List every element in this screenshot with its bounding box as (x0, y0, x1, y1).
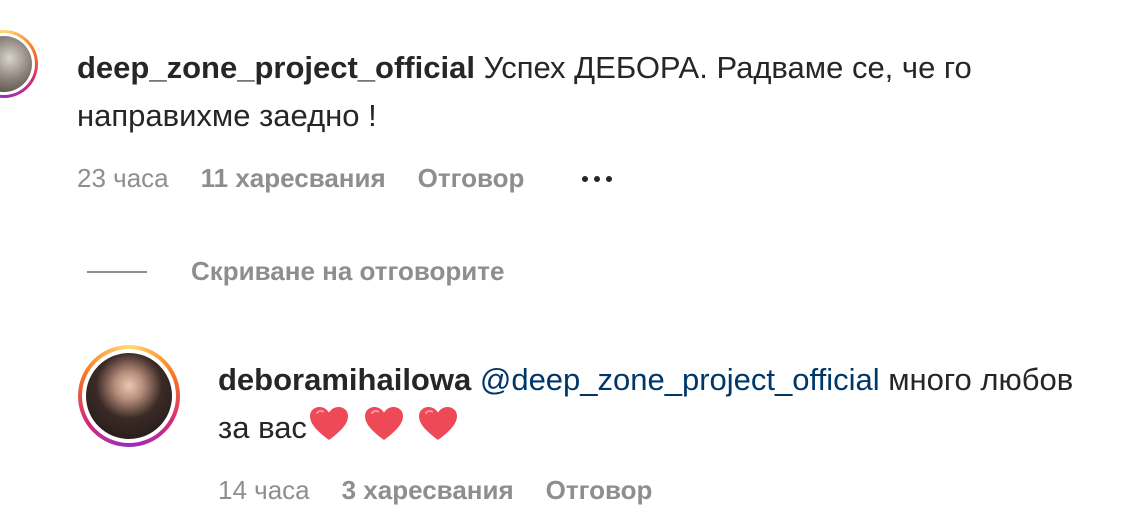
divider-line (87, 270, 147, 273)
hide-replies-button[interactable]: Скриване на отговорите (87, 256, 504, 287)
comment-avatar[interactable] (0, 30, 38, 98)
reply-button[interactable]: Отговор (418, 163, 525, 194)
reply-likes-count[interactable]: 3 харесвания (342, 475, 514, 506)
comment-username[interactable]: deep_zone_project_official (77, 50, 475, 85)
comment-body: deep_zone_project_official Успех ДЕБОРА.… (77, 44, 1117, 140)
heart-emoji-icon (309, 407, 348, 440)
reply-mention-link[interactable]: @deep_zone_project_official (480, 362, 880, 397)
avatar-border (82, 349, 176, 443)
avatar-border (0, 33, 35, 95)
reply-time[interactable]: 14 часа (218, 475, 310, 506)
reply-meta: 14 часа 3 харесвания Отговор (218, 475, 652, 506)
avatar-photo (86, 353, 172, 439)
comment-meta: 23 часа 11 харесвания Отговор (77, 163, 613, 194)
more-options-icon[interactable] (582, 164, 613, 194)
comment-likes-count[interactable]: 11 харесвания (201, 163, 386, 194)
reply-avatar[interactable] (78, 345, 180, 447)
heart-emojis (309, 406, 464, 456)
heart-emoji-icon (364, 407, 403, 440)
hide-replies-label: Скриване на отговорите (191, 256, 505, 286)
comment-time[interactable]: 23 часа (77, 163, 169, 194)
reply-username[interactable]: deboramihailowa (218, 362, 471, 397)
avatar-photo (0, 36, 32, 92)
reply-body: deboramihailowa @deep_zone_project_offic… (218, 356, 1108, 456)
reply-button[interactable]: Отговор (546, 475, 653, 506)
heart-emoji-icon (419, 407, 458, 440)
